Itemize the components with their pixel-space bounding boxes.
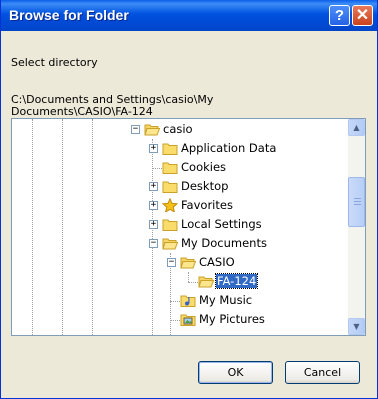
tree-node-label: Favorites — [181, 198, 233, 212]
tree-node-local-settings[interactable]: + Local Settings — [145, 215, 345, 234]
browse-for-folder-dialog: Browse for Folder ? ✕ Select directory C… — [0, 0, 378, 399]
thumb-grip — [354, 198, 361, 199]
folder-open-icon — [198, 274, 215, 288]
tree-node-application-data[interactable]: + Application Data — [145, 139, 345, 158]
folder-open-icon — [144, 122, 161, 136]
ok-button[interactable]: OK — [198, 361, 273, 384]
tree-node-desktop[interactable]: + Desktop — [145, 177, 345, 196]
folder-icon — [162, 141, 178, 155]
collapse-toggle[interactable]: − — [131, 125, 140, 134]
music-folder-icon — [180, 293, 196, 307]
thumb-grip — [354, 204, 361, 205]
favorites-star-icon — [161, 197, 179, 214]
selected-path-line-2: Documents\CASIO\FA-124 — [11, 105, 153, 118]
tree-node-my-documents[interactable]: − My Documents — [145, 234, 345, 253]
thumb-grip — [354, 201, 361, 202]
tree-node-label: Cookies — [181, 160, 227, 174]
tree-guide-line — [92, 119, 93, 335]
vertical-scrollbar[interactable]: ▲ ▼ — [348, 119, 365, 335]
tree-guide-line — [62, 119, 63, 335]
scroll-thumb[interactable] — [348, 177, 365, 227]
tree-node-label: My Music — [199, 293, 253, 307]
help-button[interactable]: ? — [329, 5, 350, 26]
tree-node-my-pictures[interactable]: My Pictures — [163, 310, 363, 329]
scroll-down-button[interactable]: ▼ — [348, 318, 365, 335]
tree-node-label: My Documents — [181, 236, 267, 250]
tree-node-label: CASIO — [199, 255, 235, 269]
expand-toggle[interactable]: + — [149, 201, 158, 210]
tree-node-fa-124[interactable]: FA-124 — [181, 272, 365, 291]
collapse-toggle[interactable]: − — [149, 239, 158, 248]
tree-node-casio[interactable]: − casio — [127, 120, 327, 139]
expand-toggle[interactable]: + — [149, 182, 158, 191]
folder-tree[interactable]: − casio + Application Data Cookies + Desktop + F… — [11, 118, 366, 336]
tree-node-favorites[interactable]: + Favorites — [145, 196, 345, 215]
title-bar[interactable]: Browse for Folder ? ✕ — [1, 0, 377, 31]
window-title: Browse for Folder — [9, 7, 129, 23]
folder-icon — [162, 160, 178, 174]
tree-node-label: Desktop — [181, 179, 229, 193]
tree-node-label: Application Data — [181, 141, 277, 155]
tree-node-label: My Pictures — [199, 312, 265, 326]
folder-open-icon — [162, 236, 179, 250]
expand-toggle[interactable]: + — [149, 144, 158, 153]
tree-node-label: casio — [163, 122, 193, 136]
scroll-up-button[interactable]: ▲ — [348, 119, 365, 136]
folder-icon — [162, 217, 178, 231]
cancel-button[interactable]: Cancel — [285, 361, 360, 384]
tree-node-casio[interactable]: − CASIO — [163, 253, 363, 272]
tree-node-label: Local Settings — [181, 217, 262, 231]
selected-path-text: C:\Documents and Settings\casio\My Docum… — [11, 94, 341, 118]
folder-open-icon — [180, 255, 197, 269]
tree-node-cookies[interactable]: Cookies — [145, 158, 345, 177]
pictures-folder-icon — [180, 312, 196, 326]
dialog-description: Select directory — [11, 56, 98, 69]
collapse-toggle[interactable]: − — [167, 258, 176, 267]
tree-node-label: FA-124 — [214, 273, 259, 289]
close-button[interactable]: ✕ — [352, 5, 373, 26]
tree-node-my-music[interactable]: My Music — [163, 291, 363, 310]
folder-icon — [162, 179, 178, 193]
tree-guide-line — [32, 119, 33, 335]
expand-toggle[interactable]: + — [149, 220, 158, 229]
